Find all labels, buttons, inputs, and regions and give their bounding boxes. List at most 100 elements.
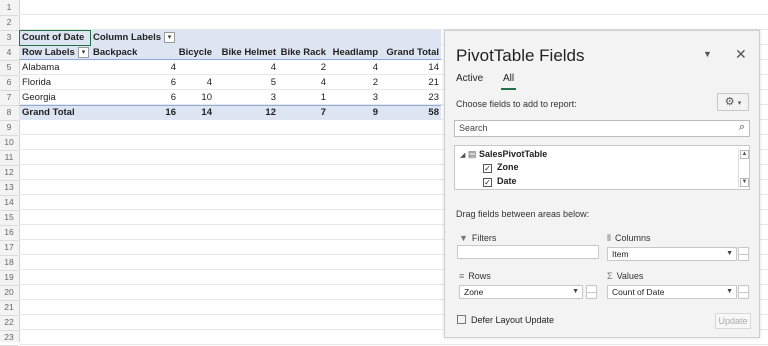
cell[interactable]: 4 — [93, 60, 176, 75]
cell[interactable]: 9 — [326, 105, 378, 120]
row-number[interactable]: 17 — [0, 240, 18, 256]
close-icon[interactable]: ✕ — [735, 46, 747, 63]
header-bicycle[interactable]: Bicycle — [160, 45, 212, 60]
row-label-florida[interactable]: Florida — [22, 75, 51, 90]
cell[interactable]: 4 — [176, 75, 212, 90]
rows-area-label: ≡ Rows — [459, 271, 491, 281]
cell[interactable]: 14 — [378, 60, 439, 75]
row-number[interactable]: 4 — [0, 45, 18, 61]
grid-line — [19, 14, 768, 15]
columns-field-item[interactable]: Item ▼ — [607, 247, 737, 261]
update-button[interactable]: Update — [715, 313, 751, 329]
row-number[interactable]: 1 — [0, 0, 18, 16]
row-number[interactable]: 21 — [0, 300, 18, 316]
header-bike-helmet[interactable]: Bike Helmet — [212, 45, 276, 60]
cell[interactable]: 4 — [276, 75, 326, 90]
row-number[interactable]: 11 — [0, 150, 18, 166]
row-labels-label[interactable]: Row Labels — [22, 45, 75, 60]
cell[interactable]: 6 — [93, 90, 176, 105]
row-number[interactable]: 6 — [0, 75, 18, 91]
table-node[interactable]: ◢ ▤ SalesPivotTable — [460, 149, 547, 160]
cell[interactable]: 7 — [276, 105, 326, 120]
row-number[interactable]: 8 — [0, 105, 18, 121]
row-number[interactable]: 19 — [0, 270, 18, 286]
row-label-alabama[interactable]: Alabama — [22, 60, 60, 75]
cell[interactable]: 58 — [378, 105, 439, 120]
drag-fields-label: Drag fields between areas below: — [456, 209, 590, 219]
cell[interactable]: 14 — [176, 105, 212, 120]
header-backpack[interactable]: Backpack — [93, 45, 137, 60]
area-label: Filters — [471, 233, 497, 243]
row-number[interactable]: 7 — [0, 90, 18, 106]
defer-layout-update[interactable]: Defer Layout Update — [457, 315, 554, 325]
row-number[interactable]: 13 — [0, 180, 18, 196]
filters-drop-zone[interactable] — [457, 245, 599, 259]
rows-value: Zone — [464, 287, 484, 297]
checkbox-checked-icon[interactable]: ✓ — [483, 178, 492, 187]
rows-icon: ≡ — [459, 271, 465, 281]
cell[interactable]: 3 — [212, 90, 276, 105]
scroll-up-icon[interactable]: ▲ — [740, 150, 749, 159]
row-label-georgia[interactable]: Georgia — [22, 90, 56, 105]
tab-all[interactable]: All — [503, 73, 514, 84]
row-number[interactable]: 12 — [0, 165, 18, 181]
scroll-down-icon[interactable]: ▼ — [740, 178, 749, 187]
row-number[interactable]: 2 — [0, 15, 18, 31]
values-field-item[interactable]: Count of Date ▼ — [607, 285, 737, 299]
row-number[interactable]: 18 — [0, 255, 18, 271]
checkbox-checked-icon[interactable]: ✓ — [483, 164, 492, 173]
cell[interactable]: 6 — [93, 75, 176, 90]
pivottable-fields-pane: PivotTable Fields ▼ ✕ Active All Choose … — [444, 30, 760, 338]
row-number[interactable]: 5 — [0, 60, 18, 76]
row-number[interactable]: 20 — [0, 285, 18, 301]
cell[interactable]: 10 — [176, 90, 212, 105]
tools-button[interactable]: ⚙ ▾ — [717, 93, 749, 111]
row-number[interactable]: 3 — [0, 30, 18, 46]
chevron-down-icon[interactable]: ▼ — [726, 286, 733, 298]
field-item-zone[interactable]: ✓ Zone — [483, 162, 519, 173]
column-filter-dropdown-icon[interactable]: ▾ — [164, 32, 175, 43]
rows-spinner[interactable] — [586, 285, 597, 299]
columns-spinner[interactable] — [738, 247, 749, 261]
grand-total-label[interactable]: Grand Total — [22, 105, 75, 120]
tab-all-underline — [501, 88, 516, 90]
row-number[interactable]: 14 — [0, 195, 18, 211]
values-spinner[interactable] — [738, 285, 749, 299]
cell[interactable]: 4 — [212, 60, 276, 75]
cell[interactable]: 2 — [276, 60, 326, 75]
field-list-scrollbar[interactable]: ▲ ▼ — [738, 148, 750, 188]
cell[interactable]: 5 — [212, 75, 276, 90]
cell[interactable]: 4 — [326, 60, 378, 75]
values-area-label: Σ Values — [607, 271, 643, 281]
cell[interactable]: 16 — [93, 105, 176, 120]
cell[interactable]: 21 — [378, 75, 439, 90]
gear-icon: ⚙ — [724, 96, 735, 108]
row-number[interactable]: 15 — [0, 210, 18, 226]
chevron-down-icon: ▾ — [737, 100, 742, 107]
checkbox-unchecked-icon[interactable] — [457, 315, 466, 324]
row-number[interactable]: 22 — [0, 315, 18, 331]
cell[interactable]: 3 — [326, 90, 378, 105]
cell[interactable]: 1 — [276, 90, 326, 105]
chevron-down-icon[interactable]: ▼ — [572, 286, 579, 298]
count-of-date-label[interactable]: Count of Date — [22, 30, 84, 45]
header-headlamp[interactable]: Headlamp — [326, 45, 378, 60]
cell[interactable]: 2 — [326, 75, 378, 90]
search-input[interactable]: Search ⌕ — [454, 120, 750, 137]
column-labels-label[interactable]: Column Labels — [93, 30, 161, 45]
tab-active[interactable]: Active — [456, 73, 483, 84]
pane-options-chevron-icon[interactable]: ▼ — [703, 49, 712, 59]
header-bike-rack[interactable]: Bike Rack — [276, 45, 326, 60]
row-number[interactable]: 23 — [0, 330, 18, 346]
header-grand-total[interactable]: Grand Total — [378, 45, 439, 60]
chevron-down-icon[interactable]: ▼ — [726, 248, 733, 260]
row-number[interactable]: 10 — [0, 135, 18, 151]
cell[interactable]: 12 — [212, 105, 276, 120]
rows-field-item[interactable]: Zone ▼ — [459, 285, 583, 299]
cell[interactable]: 23 — [378, 90, 439, 105]
cell[interactable] — [176, 60, 212, 75]
row-number[interactable]: 16 — [0, 225, 18, 241]
row-number[interactable]: 9 — [0, 120, 18, 136]
field-item-date[interactable]: ✓ Date — [483, 176, 517, 187]
row-filter-dropdown-icon[interactable]: ▾ — [78, 47, 89, 58]
